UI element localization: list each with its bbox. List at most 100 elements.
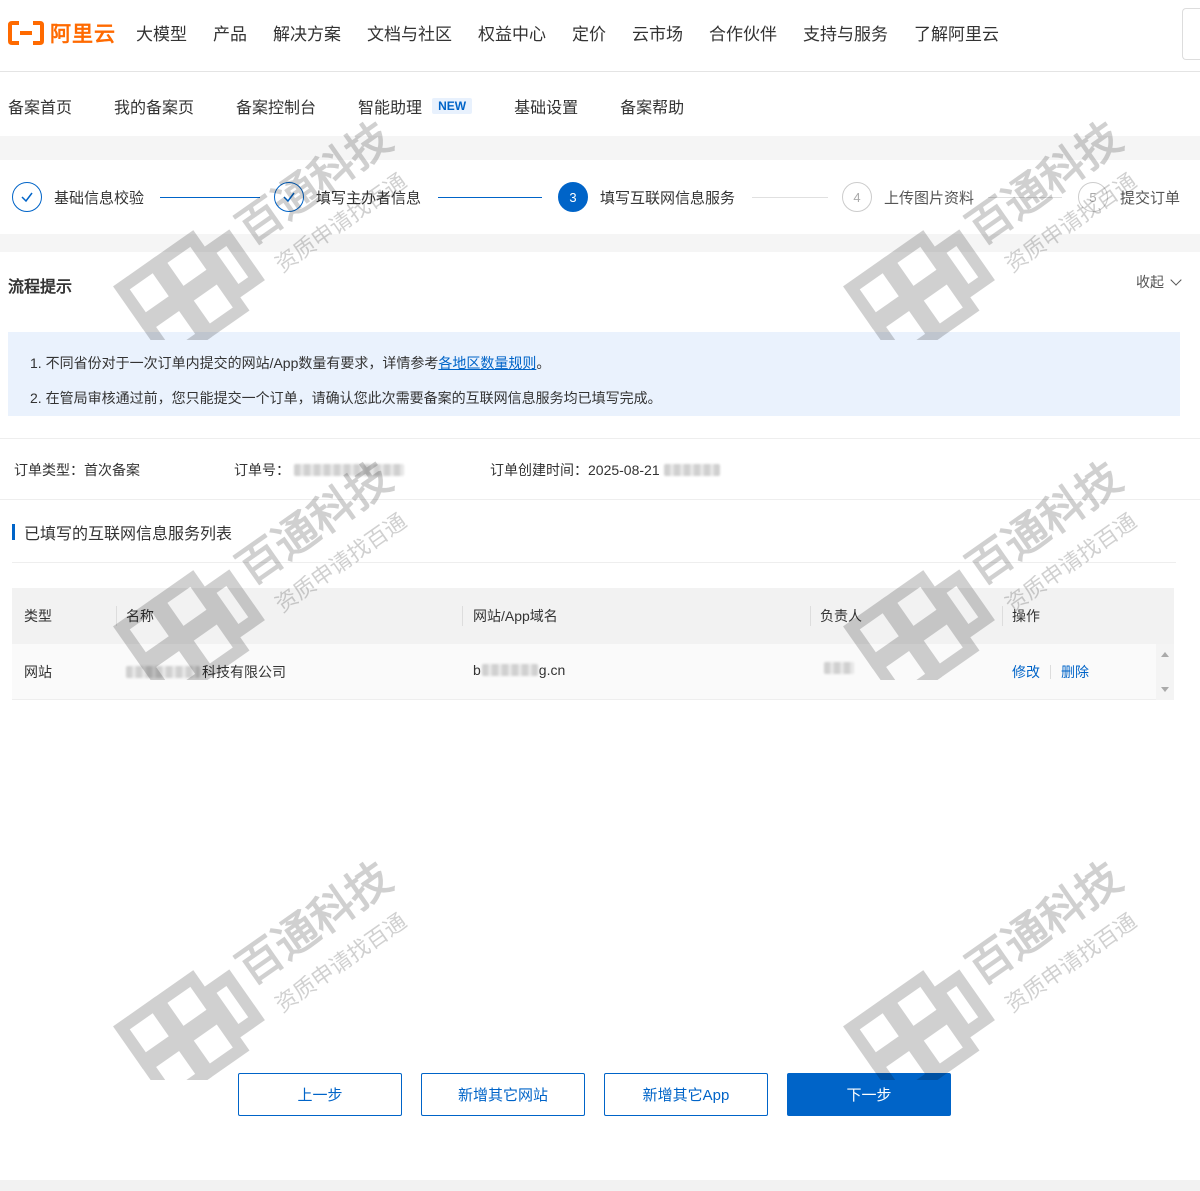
topnav-item-docs[interactable]: 文档与社区 [367, 20, 452, 45]
order-created-label: 订单创建时间：2025-08-21 [490, 462, 660, 478]
step-label: 填写互联网信息服务 [600, 189, 736, 207]
redacted-value [481, 664, 538, 676]
order-number-label: 订单号： [234, 462, 290, 478]
subnav-item-settings[interactable]: 基础设置 [514, 94, 578, 118]
collapse-label: 收起 [1136, 274, 1164, 290]
topnav-item-pricing[interactable]: 定价 [572, 20, 606, 45]
redacted-value [126, 666, 200, 678]
cell-name: 科技有限公司 [126, 662, 286, 682]
domain-text: b [473, 662, 481, 678]
watermark-graphic: 百通科技资质申请找百通 [843, 852, 1142, 1107]
next-step-button[interactable]: 下一步 [787, 1073, 951, 1116]
topnav-item-products[interactable]: 产品 [213, 20, 247, 45]
cell-owner [824, 662, 854, 674]
add-website-button[interactable]: 新增其它网站 [421, 1073, 585, 1116]
title-accent-bar [12, 524, 15, 540]
table-row: 网站 科技有限公司 b g.cn 修改 删除 [12, 644, 1174, 700]
column-header-name: 名称 [126, 608, 154, 624]
redacted-value [663, 464, 720, 476]
watermark: 百通科技资质申请找百通 [80, 820, 420, 1107]
step-submit-order: 5 提交订单 [1078, 182, 1180, 212]
name-text: 科技有限公司 [202, 664, 286, 680]
subnav-item-my-beian[interactable]: 我的备案页 [114, 94, 194, 118]
topnav-item-benefits[interactable]: 权益中心 [478, 20, 546, 45]
step-label: 提交订单 [1120, 189, 1181, 207]
tips-notice-box: 1. 不同省份对于一次订单内提交的网站/App数量有要求，详情参考各地区数量规则… [8, 332, 1180, 416]
aliyun-logo-icon [8, 21, 44, 45]
process-tips-panel: 流程提示 收起 1. 不同省份对于一次订单内提交的网站/App数量有要求，详情参… [0, 252, 1200, 438]
scroll-up-arrow-icon[interactable] [1161, 652, 1169, 657]
separator-band [0, 136, 1200, 160]
logo-text: 阿里云 [50, 23, 116, 46]
check-icon [274, 182, 304, 212]
watermark-main-text: 百通科技 [958, 852, 1131, 995]
aliyun-logo[interactable]: 阿里云 [8, 18, 116, 48]
progress-steps: 基础信息校验 填写主办者信息 3 填写互联网信息服务 4 上传图片资料 5 提交… [0, 160, 1200, 234]
step-number: 3 [558, 182, 588, 212]
service-list-title: 已填写的互联网信息服务列表 [12, 520, 232, 544]
cell-actions: 修改 删除 [1012, 662, 1089, 682]
watermark: 百通科技资质申请找百通 [810, 820, 1150, 1107]
watermark-logo-icon [113, 969, 265, 1107]
step-connector [438, 197, 542, 198]
subnav-label: 备案帮助 [620, 100, 685, 117]
add-app-button[interactable]: 新增其它App [604, 1073, 768, 1116]
order-type: 订单类型：首次备案 [14, 460, 140, 480]
divider [12, 562, 1176, 563]
column-header-type: 类型 [24, 608, 52, 624]
step-sponsor-info: 填写主办者信息 [274, 182, 421, 212]
list-title-text: 已填写的互联网信息服务列表 [24, 526, 233, 543]
column-separator [462, 606, 463, 626]
watermark-graphic: 百通科技资质申请找百通 [113, 852, 412, 1107]
delete-link[interactable]: 删除 [1061, 662, 1089, 682]
footer-band [0, 1180, 1200, 1191]
redacted-value [294, 464, 404, 476]
topnav-item-models[interactable]: 大模型 [136, 20, 187, 45]
watermark-sub-text: 资质申请找百通 [271, 909, 412, 1018]
chevron-down-icon [1170, 274, 1182, 286]
column-separator [810, 606, 811, 626]
watermark-main-text: 百通科技 [228, 852, 401, 995]
separator-band [0, 234, 1200, 252]
table-header: 类型 名称 网站/App域名 负责人 操作 [12, 588, 1174, 644]
edit-link[interactable]: 修改 [1012, 662, 1040, 682]
step-number: 5 [1078, 182, 1108, 212]
subnav-label: 我的备案页 [114, 100, 195, 117]
topnav-item-marketplace[interactable]: 云市场 [632, 20, 683, 45]
prev-step-button[interactable]: 上一步 [238, 1073, 402, 1116]
topnav-item-about[interactable]: 了解阿里云 [914, 20, 999, 45]
search-box-edge[interactable] [1182, 8, 1200, 60]
subnav-item-assistant[interactable]: 智能助理 NEW [358, 94, 473, 118]
topnav-item-support[interactable]: 支持与服务 [803, 20, 888, 45]
header-scroll-gutter [1156, 588, 1174, 644]
step-connector [752, 197, 828, 198]
subnav-label: 备案控制台 [236, 100, 317, 117]
watermark-sub-text: 资质申请找百通 [1001, 909, 1142, 1018]
cell-domain: b g.cn [473, 662, 565, 678]
step-basic-check: 基础信息校验 [12, 182, 144, 212]
subnav-item-help[interactable]: 备案帮助 [620, 94, 684, 118]
watermark-logo-icon [843, 969, 995, 1107]
table-scrollbar[interactable] [1156, 644, 1174, 700]
order-number: 订单号： [234, 460, 404, 480]
scroll-down-arrow-icon[interactable] [1161, 687, 1169, 692]
tips-title: 流程提示 [8, 279, 73, 296]
check-icon [12, 182, 42, 212]
service-table: 类型 名称 网站/App域名 负责人 操作 网站 科技有限公司 b g.cn 修改… [12, 588, 1174, 700]
column-header-actions: 操作 [1012, 608, 1040, 624]
collapse-toggle[interactable]: 收起 [1136, 272, 1182, 292]
subnav-label: 智能助理 [358, 100, 423, 117]
subnav-item-console[interactable]: 备案控制台 [236, 94, 316, 118]
order-info-bar: 订单类型：首次备案 订单号： 订单创建时间：2025-08-21 [0, 438, 1200, 500]
column-separator [1002, 606, 1003, 626]
column-header-owner: 负责人 [820, 608, 862, 624]
step-connector [988, 197, 1062, 198]
topnav-item-partners[interactable]: 合作伙伴 [709, 20, 777, 45]
step-upload-images: 4 上传图片资料 [842, 182, 974, 212]
region-quantity-rules-link[interactable]: 各地区数量规则 [438, 355, 536, 371]
topnav-menu: 大模型 产品 解决方案 文档与社区 权益中心 定价 云市场 合作伙伴 支持与服务… [136, 20, 1025, 45]
subnav-item-home[interactable]: 备案首页 [8, 94, 72, 118]
new-badge: NEW [432, 98, 473, 114]
topnav-item-solutions[interactable]: 解决方案 [273, 20, 341, 45]
beian-subnav: 备案首页 我的备案页 备案控制台 智能助理 NEW 基础设置 备案帮助 [0, 72, 1200, 136]
